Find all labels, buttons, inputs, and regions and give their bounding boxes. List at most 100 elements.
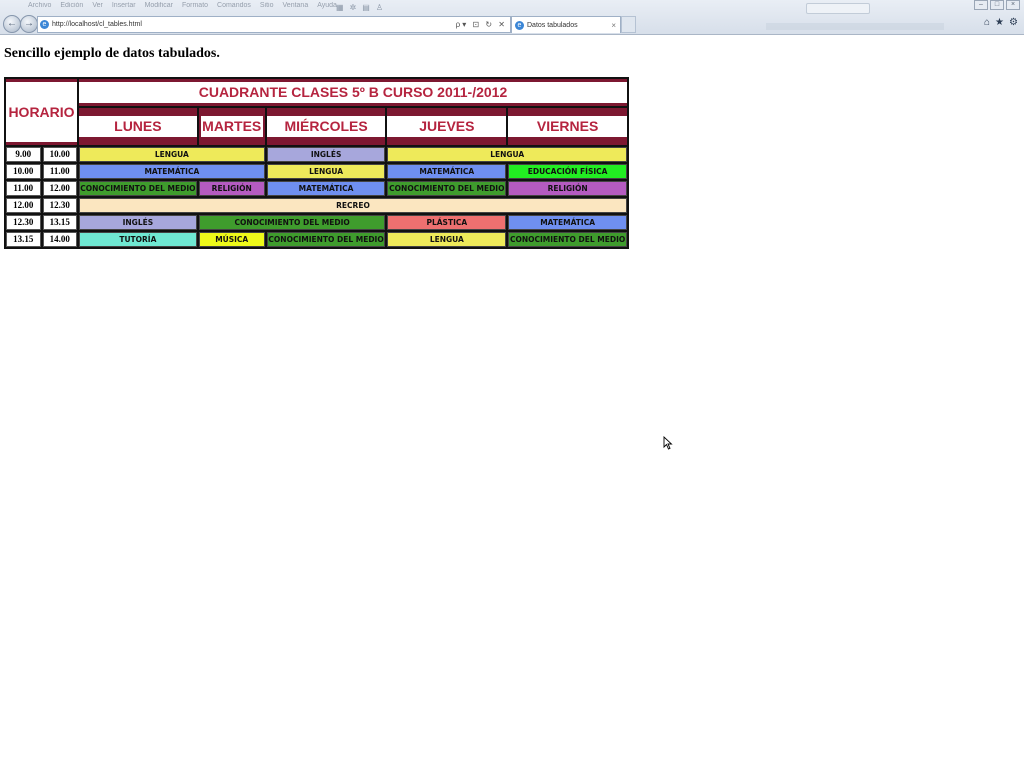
menu-item[interactable]: Sitio bbox=[260, 2, 274, 15]
forward-button[interactable]: → bbox=[20, 15, 38, 33]
subject-cell: CONOCIMIENTO DEL MEDIO bbox=[266, 232, 386, 247]
day-header-lunes: LUNES bbox=[79, 107, 197, 145]
time-cell: 12.00 bbox=[6, 198, 41, 213]
address-url[interactable]: http://localhost/cl_tables.html bbox=[52, 21, 456, 28]
day-label: LUNES bbox=[79, 115, 197, 137]
maximize-button[interactable]: □ bbox=[990, 0, 1004, 10]
time-cell: 11.00 bbox=[42, 164, 77, 179]
subject-label: EDUCACIÓN FÍSICA bbox=[508, 164, 627, 179]
subject-label: CONOCIMIENTO DEL MEDIO bbox=[266, 232, 386, 247]
time-cell: 10.00 bbox=[6, 164, 41, 179]
layout-icon[interactable]: ▦ bbox=[336, 3, 344, 12]
settings-icon[interactable]: ✲ bbox=[350, 3, 357, 12]
subject-cell: INGLÉS bbox=[79, 215, 197, 230]
subject-cell: CONOCIMIENTO DEL MEDIO bbox=[387, 181, 507, 196]
time-start: 12.00 bbox=[6, 198, 41, 213]
subject-label: MATEMÁTICA bbox=[508, 215, 627, 230]
time-end: 12.30 bbox=[42, 198, 77, 213]
minimize-button[interactable]: – bbox=[974, 0, 988, 10]
subject-cell: TUTORÍA bbox=[79, 232, 197, 247]
home-icon[interactable]: ⌂ bbox=[984, 17, 990, 28]
day-label: JUEVES bbox=[387, 115, 507, 137]
menu-item[interactable]: Ayuda bbox=[317, 2, 337, 15]
day-header-viernes: VIERNES bbox=[508, 107, 627, 145]
right-toolbar: ⌂ ★ ⚙ bbox=[984, 17, 1018, 28]
subject-label: INGLÉS bbox=[266, 147, 386, 162]
subject-label: CONOCIMIENTO DEL MEDIO bbox=[79, 181, 197, 196]
time-end: 13.15 bbox=[42, 215, 77, 230]
toolbar-icons: ▦ ✲ ▤ ♙ bbox=[336, 3, 383, 12]
window-controls: – □ × bbox=[974, 0, 1020, 10]
tab-close-icon[interactable]: × bbox=[611, 21, 620, 30]
ie-logo-icon: e bbox=[40, 20, 49, 29]
subject-label: LENGUA bbox=[387, 232, 507, 247]
favorites-star-icon[interactable]: ★ bbox=[995, 17, 1004, 28]
subject-cell: CONOCIMIENTO DEL MEDIO bbox=[198, 215, 386, 230]
time-cell: 12.00 bbox=[42, 181, 77, 196]
time-end: 14.00 bbox=[42, 232, 77, 247]
tab-title: Datos tabulados bbox=[527, 21, 578, 29]
subject-cell: RELIGIÓN bbox=[508, 181, 627, 196]
subject-cell: LENGUA bbox=[387, 147, 627, 162]
time-end: 10.00 bbox=[42, 147, 77, 162]
subject-cell: MATEMÁTICA bbox=[387, 164, 507, 179]
subject-cell: PLÁSTICA bbox=[387, 215, 507, 230]
menu-item[interactable]: Comandos bbox=[217, 2, 251, 15]
title-header: CUADRANTE CLASES 5º B CURSO 2011-/2012 bbox=[79, 79, 627, 106]
address-bar[interactable]: e http://localhost/cl_tables.html ρ▾ ⊡ ↻… bbox=[37, 16, 511, 33]
subject-label: MATEMÁTICA bbox=[266, 181, 386, 196]
subject-cell: RECREO bbox=[79, 198, 627, 213]
day-header-miercoles: MIÉRCOLES bbox=[266, 107, 386, 145]
time-start: 10.00 bbox=[6, 164, 41, 179]
subject-label: RELIGIÓN bbox=[198, 181, 265, 196]
gear-icon[interactable]: ⚙ bbox=[1009, 17, 1018, 28]
subject-label: RECREO bbox=[79, 198, 627, 213]
top-right-tools bbox=[806, 3, 870, 14]
subject-label: MATEMÁTICA bbox=[387, 164, 507, 179]
menu-item[interactable]: Ventana bbox=[283, 2, 309, 15]
time-end: 11.00 bbox=[42, 164, 77, 179]
subject-cell: CONOCIMIENTO DEL MEDIO bbox=[508, 232, 627, 247]
subject-cell: LENGUA bbox=[79, 147, 265, 162]
new-tab-button[interactable] bbox=[621, 16, 636, 33]
mini-search-box[interactable] bbox=[806, 3, 870, 14]
horario-label: HORARIO bbox=[6, 82, 77, 142]
page-heading: Sencillo ejemplo de datos tabulados. bbox=[4, 46, 220, 61]
subject-cell: MATEMÁTICA bbox=[266, 181, 386, 196]
file-icon[interactable]: ▤ bbox=[362, 3, 370, 12]
subject-label: LENGUA bbox=[79, 147, 265, 162]
day-label: VIERNES bbox=[508, 115, 627, 137]
menu-item[interactable]: Edición bbox=[60, 2, 83, 15]
back-button[interactable]: ← bbox=[3, 15, 21, 33]
subject-label: RELIGIÓN bbox=[508, 181, 627, 196]
address-tools[interactable]: ρ▾ ⊡ ↻ ✕ bbox=[456, 20, 510, 29]
subject-cell: INGLÉS bbox=[266, 147, 386, 162]
time-cell: 9.00 bbox=[6, 147, 41, 162]
timetable-row: 12.00 12.30 RECREO bbox=[6, 198, 627, 213]
subject-label: LENGUA bbox=[387, 147, 627, 162]
subject-cell: MÚSICA bbox=[198, 232, 265, 247]
time-start: 9.00 bbox=[6, 147, 41, 162]
subject-cell: MATEMÁTICA bbox=[508, 215, 627, 230]
time-cell: 13.15 bbox=[42, 215, 77, 230]
timetable-body: 9.00 10.00 LENGUA INGLÉS LENGUA 10.00 11.00 MAT… bbox=[6, 147, 627, 247]
subject-label: TUTORÍA bbox=[79, 232, 197, 247]
tab-datos-tabulados[interactable]: e Datos tabulados × bbox=[511, 16, 621, 33]
day-label: MIÉRCOLES bbox=[266, 115, 386, 137]
subject-label: CONOCIMIENTO DEL MEDIO bbox=[387, 181, 507, 196]
person-icon[interactable]: ♙ bbox=[376, 3, 383, 12]
menu-item[interactable]: Formato bbox=[182, 2, 208, 15]
time-cell: 12.30 bbox=[6, 215, 41, 230]
time-start: 11.00 bbox=[6, 181, 41, 196]
day-header-jueves: JUEVES bbox=[387, 107, 507, 145]
time-end: 12.00 bbox=[42, 181, 77, 196]
subject-label: CONOCIMIENTO DEL MEDIO bbox=[198, 215, 386, 230]
menu-item[interactable]: Modificar bbox=[145, 2, 173, 15]
subject-cell: RELIGIÓN bbox=[198, 181, 265, 196]
menu-item[interactable]: Insertar bbox=[112, 2, 136, 15]
menu-item[interactable]: Ver bbox=[92, 2, 103, 15]
close-window-button[interactable]: × bbox=[1006, 0, 1020, 10]
horario-header: HORARIO bbox=[6, 79, 77, 145]
timetable-row: 11.00 12.00 CONOCIMIENTO DEL MEDIO RELIGIÓN… bbox=[6, 181, 627, 196]
menu-item[interactable]: Archivo bbox=[28, 2, 51, 15]
